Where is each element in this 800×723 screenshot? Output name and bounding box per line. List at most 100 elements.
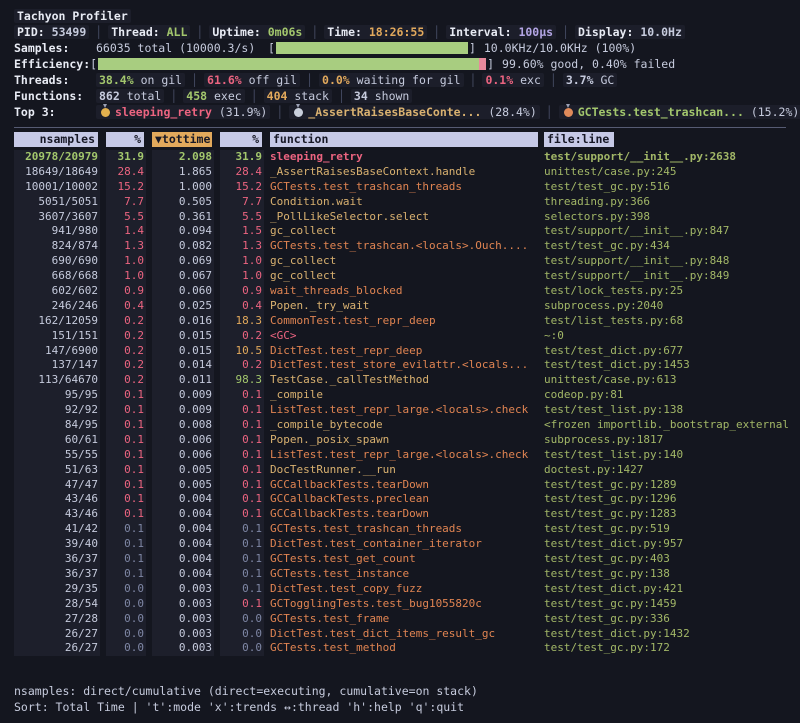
- cumulative-percent-cell: 0.1: [220, 537, 264, 552]
- app-title: Tachyon Profiler: [14, 9, 131, 23]
- table-row: 51/630.10.0050.1DocTestRunner.__rundocte…: [14, 463, 800, 478]
- separator-bar: │: [190, 25, 209, 39]
- samples-summary: 66035 total (10000.3/s): [96, 40, 268, 56]
- thread-stat-segment: 0.1% exc: [482, 73, 543, 87]
- percent-cell: 0.1: [106, 552, 146, 567]
- cumulative-percent-cell: 0.1: [220, 507, 264, 522]
- percent-cell: 0.9: [106, 284, 146, 299]
- function-cell: ListTest.test_repr_large.<locals>.check: [270, 448, 538, 463]
- thread-stat-text: GC: [600, 73, 614, 87]
- table-row: 43/460.10.0040.1GCCallbackTests.preclean…: [14, 492, 800, 507]
- cumulative-percent-cell: 1.5: [220, 224, 264, 239]
- cumulative-percent-cell: 0.2: [220, 358, 264, 373]
- info-item: Display: 10.0Hz: [575, 25, 685, 39]
- table-row: 690/6901.00.0691.0gc_collecttest/support…: [14, 254, 800, 269]
- nsamples-cell: 5051/5051: [14, 195, 100, 210]
- tottime-cell: 0.505: [152, 195, 214, 210]
- percent-cell: 31.9: [106, 150, 146, 165]
- function-cell: gc_collect: [270, 269, 538, 284]
- table-row: 602/6020.90.0600.9wait_threads_blockedte…: [14, 284, 800, 299]
- tottime-cell: 0.069: [152, 254, 214, 269]
- info-label: Display:: [578, 25, 633, 39]
- file-line-cell: unittest/case.py:613: [544, 373, 792, 388]
- percent-cell: 7.7: [106, 195, 146, 210]
- col-header-nsamples[interactable]: nsamples: [14, 132, 100, 149]
- file-line-cell: doctest.py:1427: [544, 463, 792, 478]
- col-header-cumpct[interactable]: %: [220, 132, 264, 149]
- thread-stat-text: on gil: [141, 73, 183, 87]
- function-cell: Popen._try_wait: [270, 299, 538, 314]
- tachyon-profiler-screen: Tachyon Profiler PID: 53499│Thread: ALL│…: [0, 0, 800, 723]
- tottime-cell: 0.004: [152, 522, 214, 537]
- nsamples-cell: 28/54: [14, 597, 100, 612]
- file-line-cell: test/test_list.py:140: [544, 448, 792, 463]
- function-stat-segment: 34 shown: [351, 89, 412, 103]
- separator-bar: │: [89, 25, 108, 39]
- cumulative-percent-cell: 28.4: [220, 165, 264, 180]
- tottime-cell: 0.015: [152, 329, 214, 344]
- tottime-cell: 0.004: [152, 552, 214, 567]
- function-stat-segment: 862 total: [96, 89, 164, 103]
- percent-cell: 0.0: [106, 597, 146, 612]
- file-line-cell: codeop.py:81: [544, 388, 792, 403]
- percent-cell: 0.1: [106, 537, 146, 552]
- nsamples-cell: 27/28: [14, 612, 100, 627]
- nsamples-cell: 41/42: [14, 522, 100, 537]
- top3-function-name: sleeping_retry: [115, 105, 212, 119]
- percent-cell: 0.2: [106, 358, 146, 373]
- nsamples-cell: 147/6900: [14, 344, 100, 359]
- file-line-cell: unittest/case.py:245: [544, 165, 792, 180]
- function-stat-value: 34: [354, 89, 368, 103]
- thread-stat-segment: 3.7% GC: [563, 73, 618, 87]
- function-stat-value: 862: [99, 89, 120, 103]
- col-header-function[interactable]: function: [270, 132, 538, 149]
- percent-cell: 0.1: [106, 463, 146, 478]
- file-line-cell: <frozen importlib._bootstrap_external: [544, 418, 792, 433]
- efficiency-good-segment: [98, 58, 479, 70]
- nsamples-cell: 162/12059: [14, 314, 100, 329]
- info-item: Time: 18:26:55: [324, 25, 427, 39]
- nsamples-cell: 92/92: [14, 403, 100, 418]
- cumulative-percent-cell: 31.9: [220, 150, 264, 165]
- file-line-cell: test/test_dict.py:421: [544, 582, 792, 597]
- table-row: 39/400.10.0040.1DictTest.test_container_…: [14, 537, 800, 552]
- thread-stat-value: 61.6%: [207, 73, 242, 87]
- thread-stat-value: 0.0%: [322, 73, 350, 87]
- function-cell: GCTests.test_frame: [270, 612, 538, 627]
- tottime-cell: 2.098: [152, 150, 214, 165]
- table-row: 29/350.00.0030.1DictTest.test_copy_fuzzt…: [14, 582, 800, 597]
- file-line-cell: test/support/__init__.py:2638: [544, 150, 792, 165]
- tottime-cell: 1.000: [152, 180, 214, 195]
- info-label: Thread:: [111, 25, 159, 39]
- percent-cell: 0.4: [106, 299, 146, 314]
- cumulative-percent-cell: 0.1: [220, 433, 264, 448]
- cumulative-percent-cell: 0.1: [220, 597, 264, 612]
- percent-cell: 0.1: [106, 492, 146, 507]
- function-cell: GCTests.test_trashcan.<locals>.Ouch....: [270, 239, 538, 254]
- cumulative-percent-cell: 0.1: [220, 388, 264, 403]
- function-cell: _compile_bytecode: [270, 418, 538, 433]
- threads-label: Threads:: [14, 72, 96, 88]
- percent-cell: 0.0: [106, 627, 146, 642]
- cumulative-percent-cell: 1.0: [220, 254, 264, 269]
- table-row: 36/370.10.0040.1GCTests.test_get_countte…: [14, 552, 800, 567]
- col-header-file-line[interactable]: file:line: [544, 132, 792, 149]
- threads-segments: 38.4% on gil│61.6% off gil│0.0% waiting …: [96, 73, 617, 87]
- col-header-label: nsamples: [14, 132, 98, 147]
- tottime-cell: 0.004: [152, 507, 214, 522]
- tottime-cell: 0.003: [152, 641, 214, 656]
- percent-cell: 0.1: [106, 403, 146, 418]
- cumulative-percent-cell: 0.0: [220, 612, 264, 627]
- nsamples-cell: 824/874: [14, 239, 100, 254]
- info-item: Uptime: 0m06s: [209, 25, 305, 39]
- col-header-tottime[interactable]: ▼tottime: [152, 132, 214, 149]
- nsamples-cell: 84/95: [14, 418, 100, 433]
- function-cell: GCCallbackTests.preclean: [270, 492, 538, 507]
- function-cell: CommonTest.test_repr_deep: [270, 314, 538, 329]
- file-line-cell: test/test_gc.py:434: [544, 239, 792, 254]
- tottime-cell: 0.008: [152, 418, 214, 433]
- col-header-pct[interactable]: %: [106, 132, 146, 149]
- cumulative-percent-cell: 0.1: [220, 403, 264, 418]
- table-row: 26/270.00.0030.0DictTest.test_dict_items…: [14, 627, 800, 642]
- percent-cell: 5.5: [106, 210, 146, 225]
